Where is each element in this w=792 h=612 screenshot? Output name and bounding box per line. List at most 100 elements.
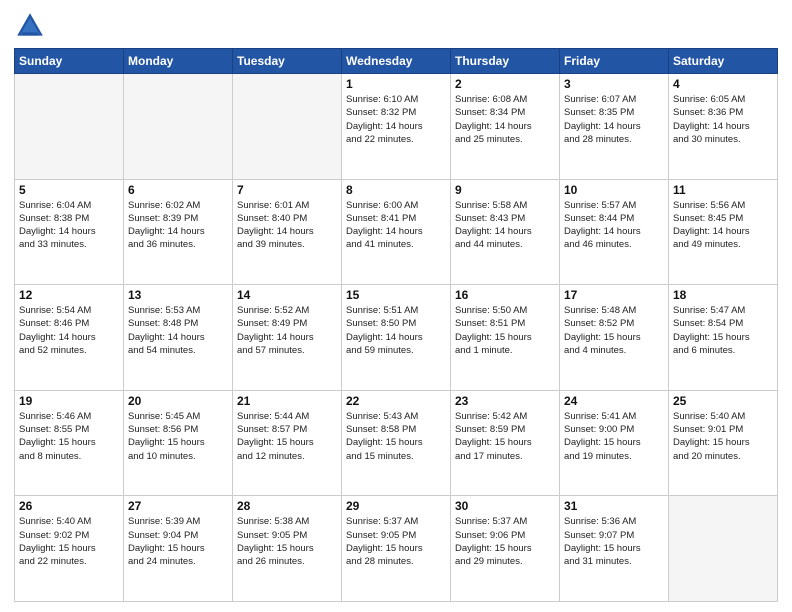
calendar-cell: 21 Sunrise: 5:44 AM Sunset: 8:57 PM Dayli…	[233, 390, 342, 496]
day-info: Sunrise: 6:10 AM Sunset: 8:32 PM Dayligh…	[346, 93, 446, 146]
day-number: 30	[455, 499, 555, 513]
day-number: 29	[346, 499, 446, 513]
calendar-cell: 29 Sunrise: 5:37 AM Sunset: 9:05 PM Dayli…	[342, 496, 451, 602]
day-number: 15	[346, 288, 446, 302]
day-number: 17	[564, 288, 664, 302]
day-info: Sunrise: 5:52 AM Sunset: 8:49 PM Dayligh…	[237, 304, 337, 357]
day-info: Sunrise: 5:50 AM Sunset: 8:51 PM Dayligh…	[455, 304, 555, 357]
day-info: Sunrise: 5:36 AM Sunset: 9:07 PM Dayligh…	[564, 515, 664, 568]
day-number: 21	[237, 394, 337, 408]
calendar-cell	[124, 74, 233, 180]
calendar-cell: 28 Sunrise: 5:38 AM Sunset: 9:05 PM Dayli…	[233, 496, 342, 602]
calendar-cell: 26Sunrise: 5:40 AM Sunset: 9:02 PM Dayli…	[15, 496, 124, 602]
calendar-cell: 14 Sunrise: 5:52 AM Sunset: 8:49 PM Dayli…	[233, 285, 342, 391]
weekday-header-thursday: Thursday	[451, 49, 560, 74]
day-number: 4	[673, 77, 773, 91]
day-number: 28	[237, 499, 337, 513]
day-number: 6	[128, 183, 228, 197]
day-info: Sunrise: 5:39 AM Sunset: 9:04 PM Dayligh…	[128, 515, 228, 568]
calendar-cell: 27 Sunrise: 5:39 AM Sunset: 9:04 PM Dayli…	[124, 496, 233, 602]
calendar-week-5: 26Sunrise: 5:40 AM Sunset: 9:02 PM Dayli…	[15, 496, 778, 602]
day-number: 11	[673, 183, 773, 197]
calendar-cell: 25 Sunrise: 5:40 AM Sunset: 9:01 PM Dayli…	[669, 390, 778, 496]
calendar-cell: 7 Sunrise: 6:01 AM Sunset: 8:40 PM Daylig…	[233, 179, 342, 285]
calendar-cell	[233, 74, 342, 180]
day-info: Sunrise: 5:47 AM Sunset: 8:54 PM Dayligh…	[673, 304, 773, 357]
day-info: Sunrise: 5:38 AM Sunset: 9:05 PM Dayligh…	[237, 515, 337, 568]
weekday-header-sunday: Sunday	[15, 49, 124, 74]
calendar-week-2: 5 Sunrise: 6:04 AM Sunset: 8:38 PM Daylig…	[15, 179, 778, 285]
day-info: Sunrise: 5:56 AM Sunset: 8:45 PM Dayligh…	[673, 199, 773, 252]
day-info: Sunrise: 5:40 AM Sunset: 9:02 PM Dayligh…	[19, 515, 119, 568]
calendar-cell: 19 Sunrise: 5:46 AM Sunset: 8:55 PM Dayli…	[15, 390, 124, 496]
weekday-header-wednesday: Wednesday	[342, 49, 451, 74]
day-number: 13	[128, 288, 228, 302]
day-info: Sunrise: 5:48 AM Sunset: 8:52 PM Dayligh…	[564, 304, 664, 357]
day-number: 10	[564, 183, 664, 197]
day-number: 23	[455, 394, 555, 408]
calendar-table: SundayMondayTuesdayWednesdayThursdayFrid…	[14, 48, 778, 602]
calendar-cell	[669, 496, 778, 602]
day-number: 2	[455, 77, 555, 91]
calendar-cell: 17 Sunrise: 5:48 AM Sunset: 8:52 PM Dayli…	[560, 285, 669, 391]
day-number: 25	[673, 394, 773, 408]
day-info: Sunrise: 5:53 AM Sunset: 8:48 PM Dayligh…	[128, 304, 228, 357]
logo	[14, 10, 50, 42]
day-number: 9	[455, 183, 555, 197]
day-number: 18	[673, 288, 773, 302]
header	[14, 10, 778, 42]
page: SundayMondayTuesdayWednesdayThursdayFrid…	[0, 0, 792, 612]
weekday-header-monday: Monday	[124, 49, 233, 74]
day-info: Sunrise: 6:07 AM Sunset: 8:35 PM Dayligh…	[564, 93, 664, 146]
calendar-cell: 24Sunrise: 5:41 AM Sunset: 9:00 PM Dayli…	[560, 390, 669, 496]
calendar-cell: 4 Sunrise: 6:05 AM Sunset: 8:36 PM Daylig…	[669, 74, 778, 180]
day-info: Sunrise: 5:44 AM Sunset: 8:57 PM Dayligh…	[237, 410, 337, 463]
day-number: 14	[237, 288, 337, 302]
day-info: Sunrise: 6:08 AM Sunset: 8:34 PM Dayligh…	[455, 93, 555, 146]
logo-icon	[14, 10, 46, 42]
calendar-cell: 5 Sunrise: 6:04 AM Sunset: 8:38 PM Daylig…	[15, 179, 124, 285]
day-number: 16	[455, 288, 555, 302]
day-info: Sunrise: 6:01 AM Sunset: 8:40 PM Dayligh…	[237, 199, 337, 252]
day-number: 27	[128, 499, 228, 513]
day-info: Sunrise: 5:54 AM Sunset: 8:46 PM Dayligh…	[19, 304, 119, 357]
weekday-header-saturday: Saturday	[669, 49, 778, 74]
day-info: Sunrise: 5:37 AM Sunset: 9:05 PM Dayligh…	[346, 515, 446, 568]
day-info: Sunrise: 6:02 AM Sunset: 8:39 PM Dayligh…	[128, 199, 228, 252]
calendar-cell: 15Sunrise: 5:51 AM Sunset: 8:50 PM Dayli…	[342, 285, 451, 391]
day-info: Sunrise: 5:45 AM Sunset: 8:56 PM Dayligh…	[128, 410, 228, 463]
day-number: 22	[346, 394, 446, 408]
day-info: Sunrise: 5:46 AM Sunset: 8:55 PM Dayligh…	[19, 410, 119, 463]
calendar-cell: 8 Sunrise: 6:00 AM Sunset: 8:41 PM Daylig…	[342, 179, 451, 285]
day-info: Sunrise: 5:43 AM Sunset: 8:58 PM Dayligh…	[346, 410, 446, 463]
day-info: Sunrise: 6:00 AM Sunset: 8:41 PM Dayligh…	[346, 199, 446, 252]
calendar-cell: 2 Sunrise: 6:08 AM Sunset: 8:34 PM Daylig…	[451, 74, 560, 180]
day-info: Sunrise: 5:42 AM Sunset: 8:59 PM Dayligh…	[455, 410, 555, 463]
day-number: 5	[19, 183, 119, 197]
day-number: 8	[346, 183, 446, 197]
calendar-cell: 3 Sunrise: 6:07 AM Sunset: 8:35 PM Daylig…	[560, 74, 669, 180]
calendar-cell: 31Sunrise: 5:36 AM Sunset: 9:07 PM Dayli…	[560, 496, 669, 602]
day-number: 19	[19, 394, 119, 408]
day-number: 24	[564, 394, 664, 408]
day-number: 20	[128, 394, 228, 408]
calendar-week-4: 19 Sunrise: 5:46 AM Sunset: 8:55 PM Dayli…	[15, 390, 778, 496]
calendar-cell: 9Sunrise: 5:58 AM Sunset: 8:43 PM Daylig…	[451, 179, 560, 285]
day-number: 7	[237, 183, 337, 197]
weekday-header-tuesday: Tuesday	[233, 49, 342, 74]
day-info: Sunrise: 5:57 AM Sunset: 8:44 PM Dayligh…	[564, 199, 664, 252]
calendar-cell: 23 Sunrise: 5:42 AM Sunset: 8:59 PM Dayli…	[451, 390, 560, 496]
calendar-cell: 16 Sunrise: 5:50 AM Sunset: 8:51 PM Dayli…	[451, 285, 560, 391]
calendar-cell: 1 Sunrise: 6:10 AM Sunset: 8:32 PM Daylig…	[342, 74, 451, 180]
weekday-header-friday: Friday	[560, 49, 669, 74]
calendar-cell	[15, 74, 124, 180]
calendar-week-3: 12Sunrise: 5:54 AM Sunset: 8:46 PM Dayli…	[15, 285, 778, 391]
day-number: 3	[564, 77, 664, 91]
day-info: Sunrise: 5:40 AM Sunset: 9:01 PM Dayligh…	[673, 410, 773, 463]
day-info: Sunrise: 6:04 AM Sunset: 8:38 PM Dayligh…	[19, 199, 119, 252]
calendar-cell: 22 Sunrise: 5:43 AM Sunset: 8:58 PM Dayli…	[342, 390, 451, 496]
calendar-cell: 6 Sunrise: 6:02 AM Sunset: 8:39 PM Daylig…	[124, 179, 233, 285]
day-info: Sunrise: 6:05 AM Sunset: 8:36 PM Dayligh…	[673, 93, 773, 146]
day-number: 1	[346, 77, 446, 91]
calendar-cell: 20 Sunrise: 5:45 AM Sunset: 8:56 PM Dayli…	[124, 390, 233, 496]
